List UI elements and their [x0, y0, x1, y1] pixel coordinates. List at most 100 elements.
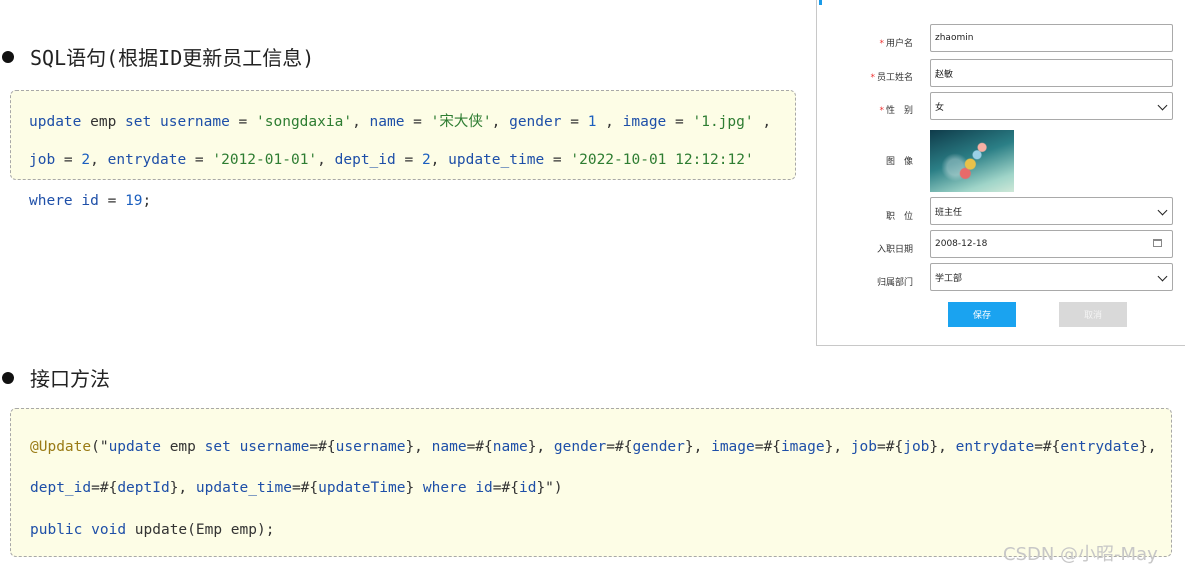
code-token: public	[30, 522, 83, 538]
code-token: ,	[90, 152, 108, 168]
job-select[interactable]: 班主任	[930, 197, 1173, 225]
code-token: 2	[81, 152, 91, 168]
code-token: update	[108, 439, 161, 455]
section-sql-title: SQL语句(根据ID更新员工信息)	[30, 46, 315, 70]
code-token: ;	[142, 193, 152, 209]
code-token: =#{	[492, 480, 519, 496]
code-token: =#{	[291, 480, 319, 496]
sql-line-3: where id = 19;	[29, 193, 151, 209]
section-interface-title: 接口方法	[30, 367, 110, 391]
chevron-down-icon	[1157, 271, 1168, 282]
code-token: =#{	[309, 439, 336, 455]
code-token: void	[91, 522, 127, 538]
code-token: =	[395, 152, 422, 168]
section-sql-heading: SQL语句(根据ID更新员工信息)	[2, 42, 314, 71]
username-field[interactable]: zhaomin	[930, 24, 1173, 52]
code-token: gender	[553, 439, 607, 455]
code-token: 2	[421, 152, 431, 168]
code-token: ,	[596, 114, 623, 130]
code-token: ,	[753, 114, 772, 130]
code-token: =#{	[877, 439, 904, 455]
bullet-icon	[2, 371, 14, 384]
code-token: id	[81, 193, 99, 209]
code-token: },	[684, 439, 712, 455]
code-token: name	[431, 439, 467, 455]
watermark: CSDN @小昭-May	[1003, 544, 1158, 565]
code-token: },	[824, 439, 851, 455]
code-token: id	[475, 480, 493, 496]
username-label: * 用户名	[879, 39, 913, 49]
code-token: id	[518, 480, 537, 496]
code-token: =	[55, 152, 82, 168]
code-token: =#{	[91, 480, 118, 496]
sql-line-1: update emp set username = 'songdaxia', n…	[29, 110, 771, 131]
code-token: ("	[91, 439, 109, 455]
dept-label: 归属部门	[876, 278, 913, 288]
code-token: ,	[317, 152, 335, 168]
code-token: gender	[632, 439, 685, 455]
code-token: emp	[81, 114, 126, 130]
gender-select[interactable]: 女	[930, 92, 1173, 120]
gender-label: * 性 别	[879, 106, 913, 116]
code-token: =	[561, 114, 588, 130]
code-token: =	[186, 152, 213, 168]
code-token: update_time	[195, 480, 292, 496]
code-token: }")	[536, 480, 563, 496]
entrydate-field[interactable]: 2008-12-18	[930, 230, 1173, 258]
code-token: image	[711, 439, 755, 455]
code-token: username	[335, 439, 406, 455]
edit-employee-form: * 用户名 zhaomin * 员工姓名 赵敏 * 性 别 女 图 像 职 位 班主任…	[816, 0, 1185, 346]
code-token: job	[850, 439, 878, 455]
code-token: image	[622, 114, 667, 130]
code-token: },	[1138, 439, 1157, 455]
code-token: name	[369, 114, 405, 130]
code-token: 'songdaxia'	[256, 114, 353, 130]
code-token: username	[159, 114, 230, 130]
code-token: '2012-01-01'	[212, 152, 318, 168]
code-token: =	[666, 114, 693, 130]
code-token: =	[98, 193, 126, 209]
chevron-down-icon	[1157, 100, 1168, 111]
java-line-1: @Update("update emp set username=#{usern…	[30, 439, 1156, 455]
code-token: set	[204, 439, 231, 455]
cancel-button[interactable]: 取消	[1059, 302, 1127, 327]
code-token: '1.jpg'	[692, 114, 754, 130]
bullet-icon	[2, 50, 14, 63]
code-token: where	[29, 193, 73, 209]
code-token: =	[544, 152, 571, 168]
java-line-3: public void update(Emp emp);	[30, 522, 274, 538]
java-line-2: dept_id=#{deptId}, update_time=#{updateT…	[30, 480, 563, 496]
employee-image[interactable]	[930, 130, 1014, 192]
code-token: },	[405, 439, 432, 455]
code-token: deptId	[117, 480, 170, 496]
image-label: 图 像	[885, 157, 913, 167]
code-token: =	[229, 114, 257, 130]
code-token: image	[780, 439, 825, 455]
code-token: update(Emp emp);	[126, 522, 275, 538]
name-field[interactable]: 赵敏	[930, 59, 1173, 87]
save-button[interactable]: 保存	[948, 302, 1016, 327]
sql-line-2: job = 2, entrydate = '2012-01-01', dept_…	[29, 152, 754, 168]
code-token: job	[903, 439, 930, 455]
dept-select[interactable]: 学工部	[930, 263, 1173, 291]
code-token: '2022-10-01 12:12:12'	[570, 152, 754, 168]
code-token: gender	[509, 114, 562, 130]
code-token: entrydate	[1060, 439, 1139, 455]
code-token: username	[239, 439, 310, 455]
code-token: where	[422, 480, 467, 496]
code-token: =	[404, 114, 431, 130]
code-token: name	[492, 439, 528, 455]
code-token: update_time	[448, 152, 545, 168]
calendar-icon[interactable]	[1153, 239, 1162, 247]
code-token: ,	[352, 114, 370, 130]
code-token: =#{	[466, 439, 493, 455]
code-token: 19	[125, 193, 143, 209]
code-token: emp	[160, 439, 205, 455]
code-token: =#{	[606, 439, 633, 455]
code-token: }	[405, 480, 423, 496]
code-token: =#{	[754, 439, 781, 455]
